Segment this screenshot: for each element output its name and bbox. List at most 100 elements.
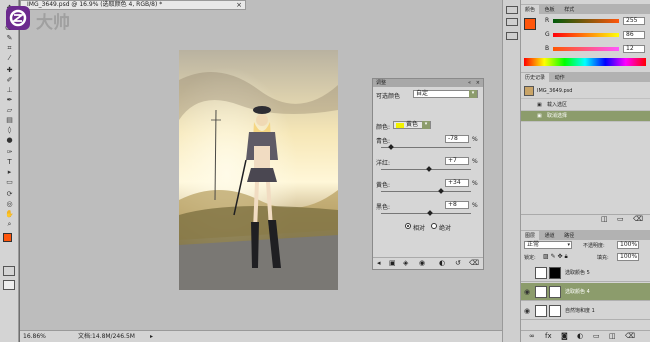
opacity-label: 不透明度: [583, 243, 605, 249]
colors-dropdown[interactable]: 黄色 ▾ [393, 121, 431, 129]
yellow-slider-track[interactable] [381, 191, 471, 192]
hand-tool-icon[interactable]: ✋ [4, 210, 15, 219]
close-panel-icon[interactable]: × [476, 79, 480, 87]
lock-transparency-icon[interactable]: ▨ ✎ ✥ 🔒︎ [543, 253, 568, 261]
channel-value-input[interactable]: 86 [623, 31, 645, 39]
tab-color[interactable]: 颜色 [521, 5, 540, 14]
blend-mode-dropdown[interactable]: 正常 ▾ [524, 241, 572, 249]
cyan-label: 青色: [376, 138, 391, 145]
add-mask-icon[interactable]: ◙ [561, 332, 568, 340]
zoom-tool-icon[interactable]: ⌕ [4, 220, 15, 229]
previous-state-icon[interactable]: ◐ [439, 259, 445, 267]
history-snapshot[interactable]: IMG_3649.psd [521, 83, 650, 99]
absolute-radio[interactable] [431, 223, 437, 229]
eyedropper-tool-icon[interactable]: ⁄ [4, 54, 15, 63]
channel-gradient[interactable] [553, 19, 619, 23]
delete-trash-icon[interactable]: ⌫ [469, 259, 479, 267]
foreground-color-swatch[interactable] [3, 233, 12, 242]
channel-gradient[interactable] [553, 33, 619, 37]
back-arrow-icon[interactable]: ◂ [377, 259, 381, 267]
shape-tool-icon[interactable]: ▭ [4, 178, 15, 187]
screen-mode-icon[interactable] [3, 280, 15, 290]
delete-trash-icon[interactable]: ⌫ [625, 332, 635, 340]
layer-row-selected[interactable]: ◉ 选取颜色 4 [521, 283, 650, 301]
history-footer: ◫ ▭ ⌫ [521, 214, 650, 224]
layer-style-icon[interactable]: fx [545, 332, 552, 340]
cyan-slider-track[interactable] [381, 147, 471, 148]
blend-mode-value: 正常 [527, 241, 540, 248]
black-slider-track[interactable] [381, 213, 471, 214]
layers-panel-tabs: 图层 通道 路径 [521, 230, 650, 240]
visibility-eye-icon[interactable]: ◉ [524, 302, 532, 320]
channel-value-input[interactable]: 255 [623, 17, 645, 25]
magenta-value-input[interactable]: +7 [445, 157, 469, 165]
black-slider-knob[interactable] [426, 210, 433, 216]
new-group-icon[interactable]: ▭ [593, 332, 600, 340]
visibility-eye-icon[interactable]: ◉ [524, 283, 532, 301]
channel-gradient[interactable] [553, 47, 619, 51]
quick-mask-icon[interactable] [3, 266, 15, 276]
link-layers-icon[interactable]: ∞ [529, 332, 535, 340]
tab-channels[interactable]: 通道 [541, 231, 559, 240]
black-unit: % [472, 202, 478, 209]
dodge-tool-icon[interactable]: ● [4, 136, 15, 145]
history-item[interactable]: ▣ 载入选区 [521, 100, 650, 111]
tab-layers[interactable]: 图层 [521, 231, 540, 240]
preset-dropdown[interactable]: 自定 ▾ [413, 90, 478, 98]
reset-icon[interactable]: ↺ [455, 259, 461, 267]
tab-history[interactable]: 历史记录 [521, 73, 550, 82]
new-document-icon[interactable]: ▭ [617, 215, 624, 223]
dock-panel-icon[interactable] [506, 6, 518, 14]
3d-orbit-tool-icon[interactable]: ◎ [4, 200, 15, 209]
new-layer-icon[interactable]: ◫ [609, 332, 616, 340]
collapse-panel-icon[interactable]: « [468, 79, 471, 87]
layers-footer: ∞ fx ◙ ◐ ▭ ◫ ⌫ [521, 330, 650, 342]
cyan-unit: % [472, 136, 478, 143]
black-value-input[interactable]: +8 [445, 201, 469, 209]
channel-value-input[interactable]: 12 [623, 45, 645, 53]
layer-row[interactable]: 选取颜色 5 [521, 264, 650, 282]
adjustments-panel-header[interactable]: 调整 « × [373, 79, 483, 87]
tab-actions[interactable]: 动作 [551, 73, 569, 82]
layer-row[interactable]: ◉ 自然饱和度 1 [521, 302, 650, 320]
dock-panel-icon[interactable] [506, 18, 518, 26]
fill-input[interactable]: 100% [617, 253, 639, 261]
tab-paths[interactable]: 路径 [560, 231, 578, 240]
tab-swatches[interactable]: 色板 [541, 5, 559, 14]
colors-label: 颜色: [376, 124, 391, 131]
clone-stamp-tool-icon[interactable]: ⊥ [4, 86, 15, 95]
crop-tool-icon[interactable]: ⌗ [4, 44, 15, 53]
status-menu-icon[interactable]: ▸ [150, 331, 153, 342]
healing-brush-tool-icon[interactable]: ✚ [4, 66, 15, 75]
yellow-value-input[interactable]: +34 [445, 179, 469, 187]
color-spectrum-ramp[interactable] [524, 58, 646, 66]
close-document-icon[interactable]: × [236, 1, 242, 9]
relative-radio[interactable] [405, 223, 411, 229]
dock-panel-icon[interactable] [506, 32, 518, 40]
3d-rotate-tool-icon[interactable]: ⟳ [4, 190, 15, 199]
eraser-tool-icon[interactable]: ▱ [4, 106, 15, 115]
history-brush-tool-icon[interactable]: ✒ [4, 96, 15, 105]
magenta-slider-knob[interactable] [426, 166, 432, 172]
clip-layer-icon[interactable]: ◈ [403, 259, 408, 267]
cyan-slider-knob[interactable] [388, 144, 394, 150]
expand-view-icon[interactable]: ▣ [389, 259, 396, 267]
delete-trash-icon[interactable]: ⌫ [633, 215, 643, 223]
adjustment-layer-icon[interactable]: ◐ [577, 332, 583, 340]
cyan-value-input[interactable]: -78 [445, 135, 469, 143]
tab-styles[interactable]: 样式 [560, 5, 578, 14]
opacity-input[interactable]: 100% [617, 241, 639, 249]
visibility-eye-icon[interactable]: ◉ [419, 259, 425, 267]
history-item-selected[interactable]: ▣ 取消选择 [521, 111, 650, 122]
yellow-slider-knob[interactable] [438, 188, 445, 194]
quick-select-tool-icon[interactable]: ✎ [4, 34, 15, 43]
brush-tool-icon[interactable]: ✐ [4, 76, 15, 85]
path-select-tool-icon[interactable]: ▸ [4, 168, 15, 177]
type-tool-icon[interactable]: T [4, 158, 15, 167]
pen-tool-icon[interactable]: ✑ [4, 148, 15, 157]
new-snapshot-icon[interactable]: ◫ [601, 215, 608, 223]
gradient-tool-icon[interactable]: ▤ [4, 116, 15, 125]
foreground-color-swatch[interactable] [524, 18, 536, 30]
zoom-level[interactable]: 16.86% [23, 331, 46, 342]
blur-tool-icon[interactable]: ◊ [4, 126, 15, 135]
